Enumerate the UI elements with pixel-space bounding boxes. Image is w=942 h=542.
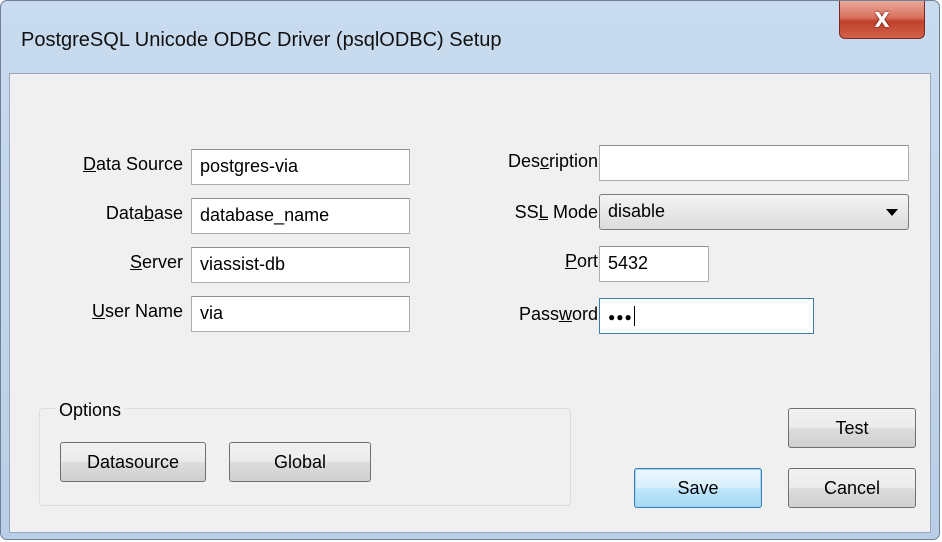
window-title: PostgreSQL Unicode ODBC Driver (psqlODBC…	[21, 29, 502, 51]
text-caret	[633, 306, 635, 327]
ssl-mode-value: disable	[608, 201, 666, 221]
test-button[interactable]: Test	[788, 408, 916, 448]
data-source-label: Data Source	[82, 154, 183, 174]
datasource-button[interactable]: Datasource	[60, 442, 206, 482]
ssl-mode-select[interactable]: disable	[599, 194, 909, 230]
close-icon: X	[874, 7, 890, 32]
description-input[interactable]	[599, 145, 909, 181]
port-input[interactable]: 5432	[599, 246, 709, 282]
chevron-down-icon	[886, 209, 898, 216]
data-source-input[interactable]: postgres-via	[191, 149, 410, 185]
database-input[interactable]: database_name	[191, 198, 410, 234]
ssl-mode-label: SSL Mode	[514, 202, 598, 222]
password-value: ●●●	[608, 310, 633, 324]
options-group-label: Options	[55, 400, 126, 421]
user-name-label: User Name	[91, 301, 183, 321]
global-button[interactable]: Global	[229, 442, 371, 482]
close-button[interactable]: X	[839, 1, 925, 39]
password-label: Password	[518, 304, 598, 324]
database-label: Database	[105, 203, 183, 223]
port-label: Port	[564, 251, 598, 271]
cancel-button[interactable]: Cancel	[788, 468, 916, 508]
dialog-client-area: Data Source postgres-via Database databa…	[9, 73, 931, 533]
user-name-input[interactable]: via	[191, 296, 410, 332]
title-bar[interactable]: PostgreSQL Unicode ODBC Driver (psqlODBC…	[1, 1, 939, 73]
setup-dialog-window: PostgreSQL Unicode ODBC Driver (psqlODBC…	[0, 0, 940, 540]
server-input[interactable]: viassist-db	[191, 247, 410, 283]
description-label: Description	[507, 151, 598, 171]
save-button[interactable]: Save	[634, 468, 762, 508]
password-input[interactable]: ●●●	[599, 298, 814, 334]
server-label: Server	[129, 252, 183, 272]
